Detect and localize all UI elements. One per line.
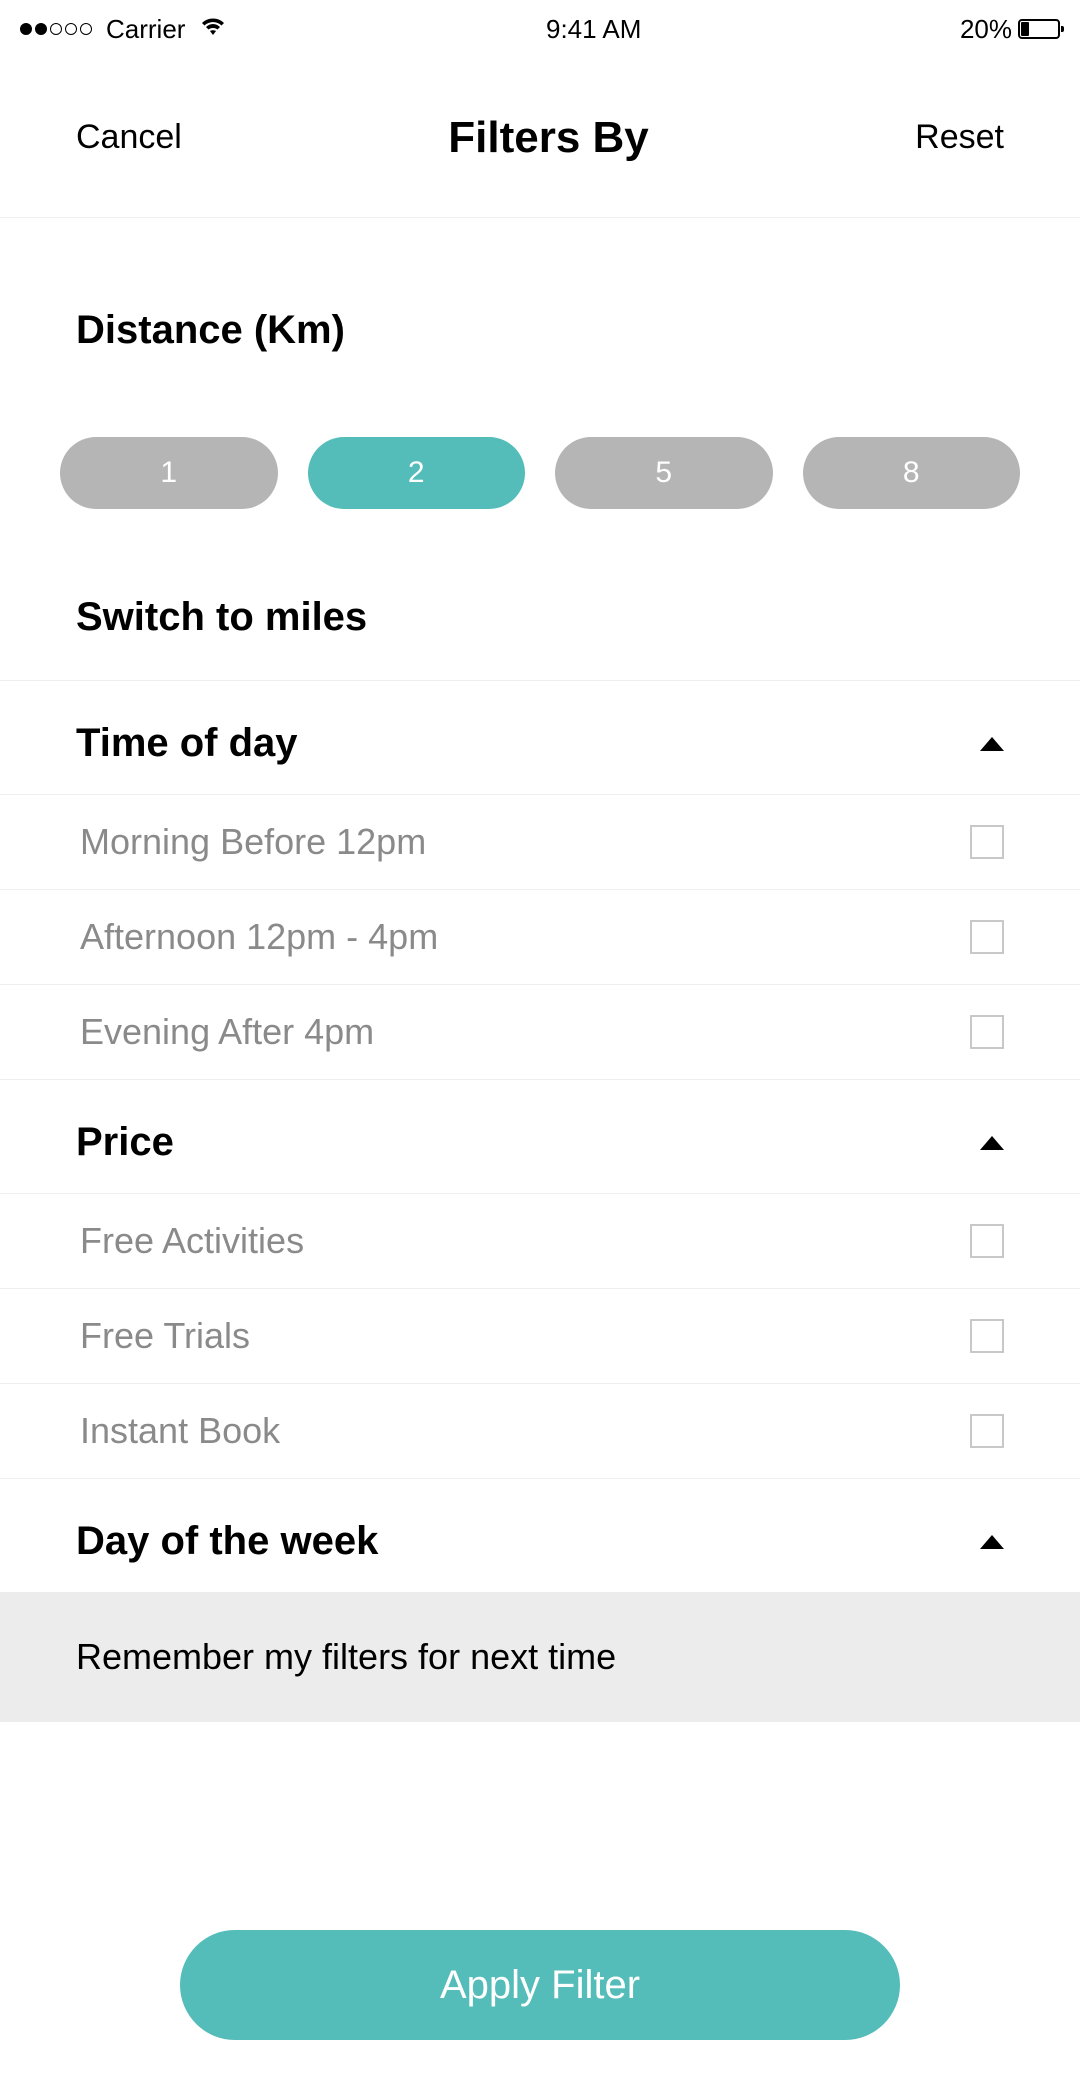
time-option-evening[interactable]: Evening After 4pm [0, 985, 1080, 1080]
option-label: Free Trials [80, 1315, 250, 1357]
price-option-instant-book[interactable]: Instant Book [0, 1384, 1080, 1479]
signal-strength-icon [20, 23, 92, 35]
day-of-week-header[interactable]: Day of the week [0, 1479, 1080, 1592]
status-left: Carrier [20, 14, 227, 45]
day-of-week-heading: Day of the week [76, 1519, 378, 1564]
price-option-free-trials[interactable]: Free Trials [0, 1289, 1080, 1384]
checkbox[interactable] [970, 1319, 1004, 1353]
status-right: 20% [960, 14, 1060, 45]
apply-filter-button[interactable]: Apply Filter [180, 1930, 900, 2040]
status-bar: Carrier 9:41 AM 20% [0, 0, 1080, 58]
battery-percent: 20% [960, 14, 1012, 45]
distance-pill-1[interactable]: 1 [60, 437, 278, 509]
option-label: Evening After 4pm [80, 1011, 374, 1053]
distance-heading: Distance (Km) [76, 308, 1004, 353]
carrier-label: Carrier [106, 14, 185, 45]
distance-pill-2[interactable]: 2 [308, 437, 526, 509]
reset-button[interactable]: Reset [915, 118, 1004, 157]
day-of-week-section: Day of the week [0, 1479, 1080, 1592]
checkbox[interactable] [970, 1015, 1004, 1049]
time-option-afternoon[interactable]: Afternoon 12pm - 4pm [0, 890, 1080, 985]
switch-units-label: Switch to miles [76, 595, 1004, 640]
option-label: Morning Before 12pm [80, 821, 426, 863]
time-of-day-heading: Time of day [76, 721, 298, 766]
status-time: 9:41 AM [546, 14, 641, 45]
option-label: Free Activities [80, 1220, 304, 1262]
price-option-free-activities[interactable]: Free Activities [0, 1193, 1080, 1289]
distance-pill-5[interactable]: 5 [555, 437, 773, 509]
checkbox[interactable] [970, 825, 1004, 859]
chevron-up-icon [980, 737, 1004, 751]
checkbox[interactable] [970, 1224, 1004, 1258]
footer: Apply Filter [0, 1870, 1080, 2100]
nav-bar: Cancel Filters By Reset [0, 58, 1080, 218]
price-header[interactable]: Price [0, 1080, 1080, 1193]
remember-filters-row[interactable]: Remember my filters for next time [0, 1592, 1080, 1722]
chevron-up-icon [980, 1535, 1004, 1549]
price-section: Price Free Activities Free Trials Instan… [0, 1080, 1080, 1479]
option-label: Afternoon 12pm - 4pm [80, 916, 438, 958]
page-title: Filters By [448, 113, 649, 163]
price-heading: Price [76, 1120, 174, 1165]
chevron-up-icon [980, 1136, 1004, 1150]
distance-section: Distance (Km) [0, 218, 1080, 393]
time-option-morning[interactable]: Morning Before 12pm [0, 794, 1080, 890]
time-of-day-section: Time of day Morning Before 12pm Afternoo… [0, 680, 1080, 1080]
wifi-icon [199, 15, 227, 43]
time-of-day-header[interactable]: Time of day [0, 681, 1080, 794]
option-label: Instant Book [80, 1410, 280, 1452]
distance-pill-8[interactable]: 8 [803, 437, 1021, 509]
checkbox[interactable] [970, 920, 1004, 954]
cancel-button[interactable]: Cancel [76, 118, 182, 157]
battery-icon [1018, 19, 1060, 39]
checkbox[interactable] [970, 1414, 1004, 1448]
distance-pills: 1 2 5 8 [0, 437, 1080, 509]
switch-units-row[interactable]: Switch to miles [0, 509, 1080, 680]
remember-filters-label: Remember my filters for next time [76, 1636, 1004, 1678]
